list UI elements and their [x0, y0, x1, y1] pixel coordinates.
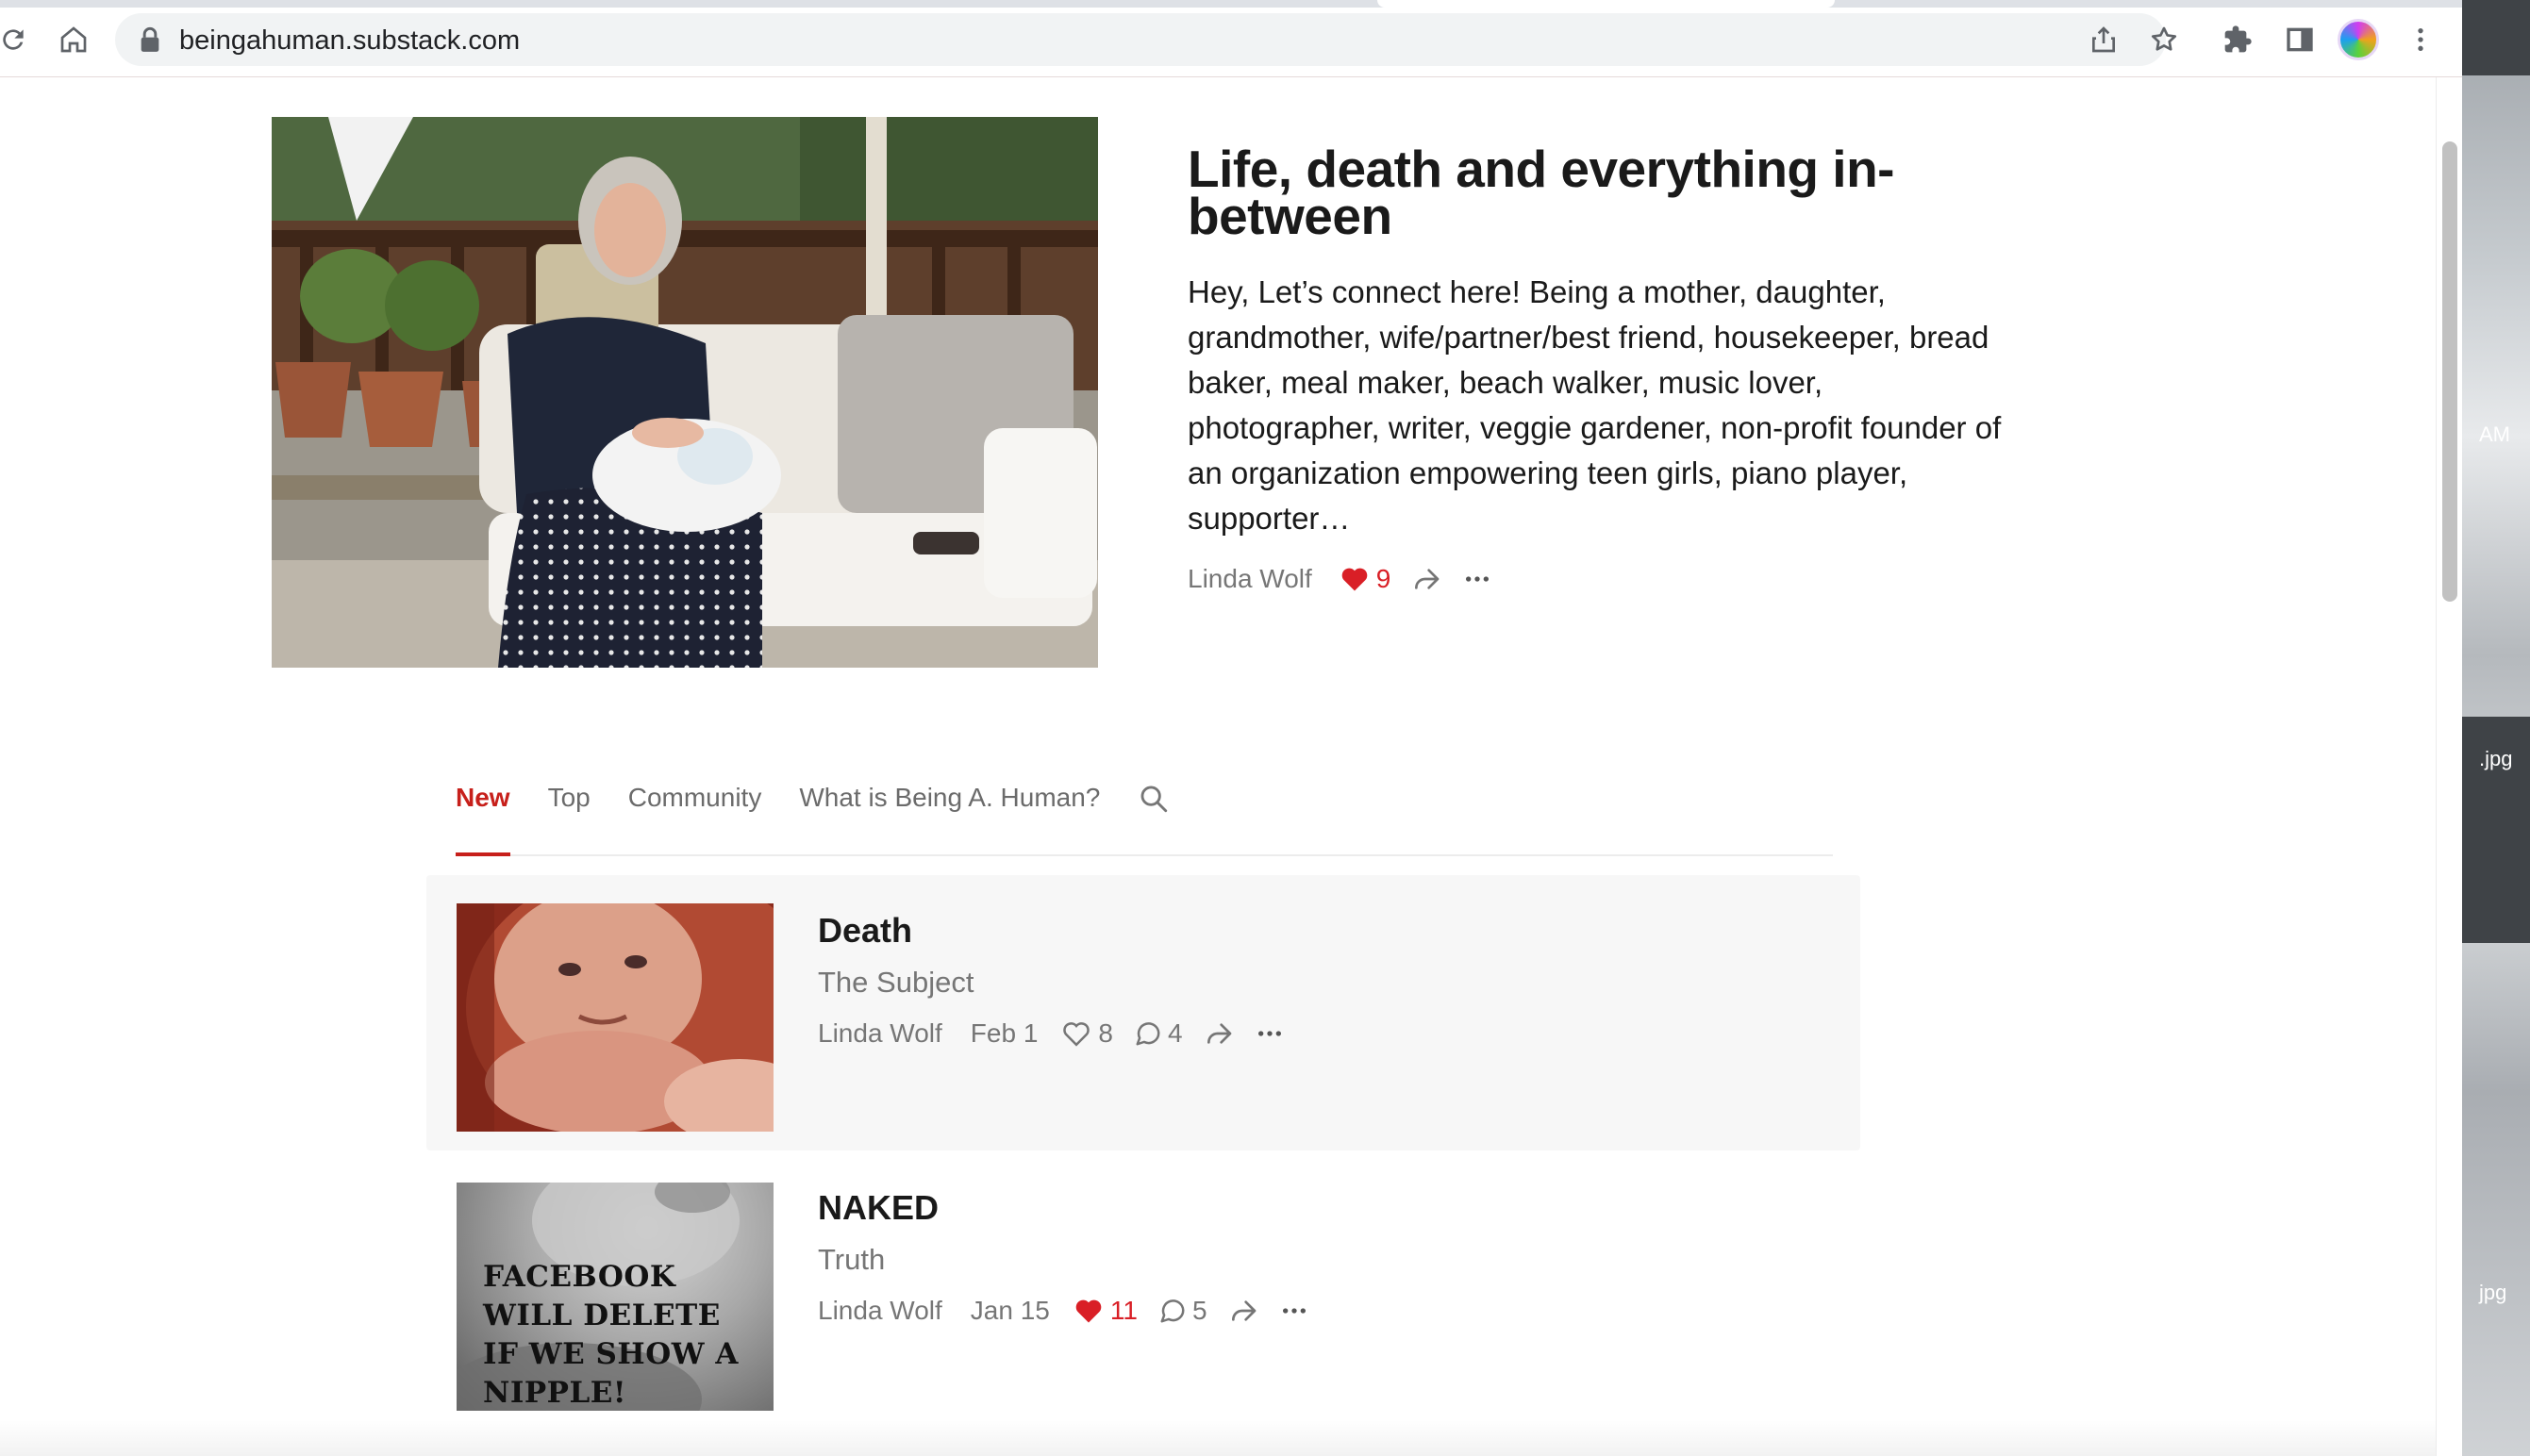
post-filter-tabs: New Top Community What is Being A. Human…	[456, 781, 1833, 856]
tab-strip	[0, 0, 2462, 8]
more-options-button[interactable]	[1255, 1018, 1285, 1049]
post-date: Feb 1	[970, 1018, 1039, 1048]
comment-button[interactable]: 5	[1158, 1296, 1207, 1326]
page-content: Life, death and everything in-between He…	[0, 77, 2436, 1456]
share-arrow-icon	[1207, 1023, 1231, 1044]
comment-icon	[1160, 1299, 1185, 1323]
hero-post-title[interactable]: Life, death and everything in-between	[1188, 143, 2037, 242]
more-options-button[interactable]	[1462, 564, 1492, 594]
like-count: 9	[1375, 564, 1391, 593]
tab-what-is-being-a-human[interactable]: What is Being A. Human?	[799, 781, 1100, 854]
desktop-file-label[interactable]: .jpg	[2479, 747, 2512, 771]
ellipsis-icon	[1257, 1031, 1281, 1036]
ellipsis-icon	[1466, 576, 1490, 582]
post-author[interactable]: Linda Wolf	[1188, 564, 1312, 594]
home-icon[interactable]	[55, 21, 92, 58]
hero-post-subtitle[interactable]: Hey, Let’s connect here! Being a mother,…	[1188, 270, 2018, 541]
desktop-clock-fragment: AM	[2479, 422, 2510, 446]
extensions-icon[interactable]	[2219, 21, 2256, 58]
more-options-button[interactable]	[1279, 1296, 1309, 1326]
bottom-edge	[0, 1420, 2436, 1456]
heart-filled-icon	[1341, 568, 1368, 591]
comment-icon	[1136, 1022, 1160, 1046]
share-button[interactable]	[1204, 1018, 1234, 1049]
post-author[interactable]: Linda Wolf	[818, 1018, 942, 1049]
hero-photo	[272, 117, 1098, 668]
share-button[interactable]	[1228, 1296, 1258, 1326]
tab-community[interactable]: Community	[628, 781, 762, 854]
url-text[interactable]: beingahuman.substack.com	[179, 25, 520, 57]
thumbnail-overlay-text: FACEBOOK WILL DELETE IF WE SHOW A NIPPLE…	[483, 1260, 739, 1410]
desktop-dark-band	[2462, 0, 2530, 75]
lock-icon[interactable]	[138, 26, 162, 53]
post-meta: Linda Wolf Feb 1 8 4	[818, 1015, 1285, 1052]
share-arrow-icon	[1231, 1300, 1256, 1321]
post-list-item[interactable]: Death The Subject Linda Wolf Feb 1 8 4	[426, 875, 1860, 1150]
share-arrow-icon	[1415, 569, 1440, 589]
post-author[interactable]: Linda Wolf	[818, 1296, 942, 1326]
hero-post-meta: Linda Wolf 9	[1188, 560, 1492, 598]
post-subtitle[interactable]: Truth	[818, 1243, 885, 1277]
browser-toolbar: beingahuman.substack.com	[0, 0, 2462, 77]
comment-button[interactable]: 4	[1134, 1018, 1183, 1049]
comment-count: 5	[1191, 1296, 1207, 1325]
star-icon[interactable]	[2145, 21, 2183, 58]
hero-post-image[interactable]	[272, 117, 1098, 668]
baby-photo	[457, 903, 774, 1132]
post-title[interactable]: Death	[818, 911, 912, 951]
ellipsis-icon	[1282, 1308, 1306, 1314]
active-tab[interactable]	[1377, 0, 1835, 8]
like-count: 11	[1109, 1296, 1138, 1325]
desktop-file-label[interactable]: jpg	[2479, 1281, 2506, 1305]
page-scrollbar[interactable]	[2436, 77, 2462, 1456]
like-button[interactable]: 8	[1062, 1018, 1113, 1049]
heart-filled-icon	[1075, 1299, 1102, 1323]
post-date: Jan 15	[970, 1296, 1050, 1325]
address-bar[interactable]: beingahuman.substack.com	[115, 13, 2166, 66]
reload-icon[interactable]	[0, 21, 32, 58]
share-icon[interactable]	[2085, 21, 2122, 58]
comment-count: 4	[1167, 1018, 1183, 1048]
post-thumbnail[interactable]: FACEBOOK WILL DELETE IF WE SHOW A NIPPLE…	[457, 1183, 774, 1411]
like-count: 8	[1098, 1018, 1113, 1048]
tab-new[interactable]: New	[456, 781, 510, 856]
tab-top[interactable]: Top	[548, 781, 591, 854]
desktop-background: AM .jpg jpg	[2462, 0, 2530, 1456]
profile-avatar[interactable]	[2338, 19, 2379, 60]
scrollbar-thumb[interactable]	[2442, 141, 2457, 602]
share-button[interactable]	[1411, 564, 1441, 594]
post-thumbnail[interactable]	[457, 903, 774, 1132]
heart-outline-icon	[1063, 1022, 1090, 1047]
post-meta: Linda Wolf Jan 15 11 5	[818, 1292, 1309, 1330]
side-panel-icon[interactable]	[2281, 21, 2319, 58]
post-title[interactable]: NAKED	[818, 1188, 939, 1228]
kebab-menu-icon[interactable]	[2402, 21, 2439, 58]
like-button[interactable]: 11	[1074, 1296, 1138, 1326]
post-subtitle[interactable]: The Subject	[818, 966, 974, 1000]
like-button[interactable]: 9	[1340, 564, 1391, 594]
search-icon[interactable]	[1138, 783, 1170, 815]
post-list-item[interactable]: FACEBOOK WILL DELETE IF WE SHOW A NIPPLE…	[426, 1162, 1860, 1456]
